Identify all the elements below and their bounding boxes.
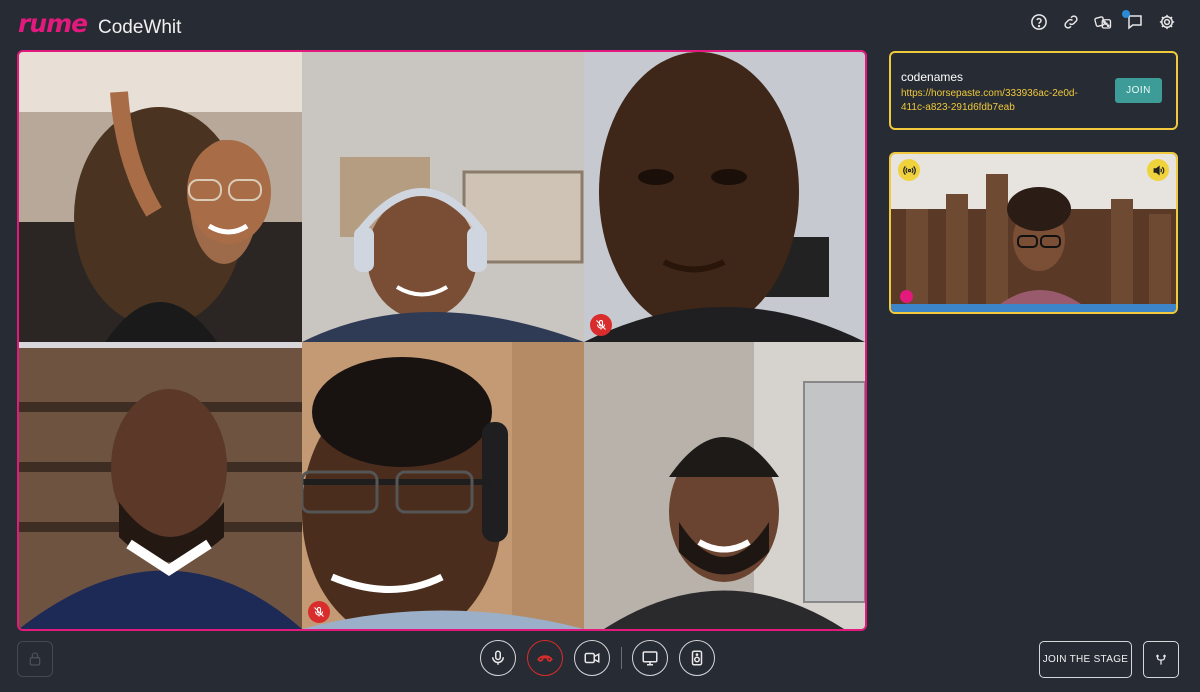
participant-video (19, 342, 302, 629)
top-toolbar (1028, 10, 1178, 33)
video-camera-icon (584, 652, 600, 664)
microphone-icon (492, 650, 504, 665)
video-tile-5[interactable] (302, 342, 584, 629)
video-tile-1[interactable] (19, 52, 302, 342)
video-grid (17, 50, 867, 631)
branch-icon (1155, 653, 1167, 665)
bottom-controls: JOIN THE STAGE (0, 636, 1200, 692)
notification-dot (1122, 10, 1130, 18)
participant-video (302, 342, 584, 629)
participant-video (302, 52, 584, 342)
branch-button[interactable] (1143, 641, 1179, 678)
volume-icon[interactable] (1147, 159, 1169, 181)
speaker-icon (691, 650, 703, 666)
join-stage-button[interactable]: JOIN THE STAGE (1039, 641, 1132, 678)
video-tile-2[interactable] (302, 52, 584, 342)
phone-hangup-icon (537, 655, 553, 662)
screen-share-icon (642, 651, 658, 666)
stage-status-dot (900, 290, 913, 303)
muted-mic-icon (308, 601, 330, 623)
video-tile-4[interactable] (19, 342, 302, 629)
controls-divider (621, 647, 622, 669)
participant-video (584, 342, 865, 629)
lock-icon (29, 652, 41, 666)
settings-icon[interactable] (1156, 11, 1178, 33)
chat-icon[interactable] (1122, 10, 1146, 33)
game-link[interactable]: https://horsepaste.com/333936ac-2e0d-411… (901, 87, 1091, 115)
game-title: codenames (901, 70, 964, 84)
link-icon[interactable] (1060, 11, 1082, 33)
hangup-button[interactable] (527, 640, 563, 676)
broadcast-icon[interactable] (898, 159, 920, 181)
help-icon[interactable] (1028, 11, 1050, 33)
stage-participant-video (891, 154, 1176, 312)
participant-video (584, 52, 865, 342)
game-card: codenames https://horsepaste.com/333936a… (889, 51, 1178, 130)
video-tile-3[interactable] (584, 52, 865, 342)
join-game-button[interactable]: JOIN (1115, 78, 1162, 103)
lock-button[interactable] (17, 641, 53, 677)
participant-video (19, 52, 302, 342)
top-bar: rume CodeWhit (0, 0, 1200, 50)
video-tile-6[interactable] (584, 342, 865, 629)
screen-share-button[interactable] (632, 640, 668, 676)
muted-mic-icon (590, 314, 612, 336)
mic-button[interactable] (480, 640, 516, 676)
stage-video-tile[interactable] (889, 152, 1178, 314)
room-name: CodeWhit (98, 17, 182, 38)
app-logo[interactable]: rume (18, 9, 88, 38)
dice-icon[interactable] (1092, 11, 1114, 33)
speaker-button[interactable] (679, 640, 715, 676)
camera-button[interactable] (574, 640, 610, 676)
